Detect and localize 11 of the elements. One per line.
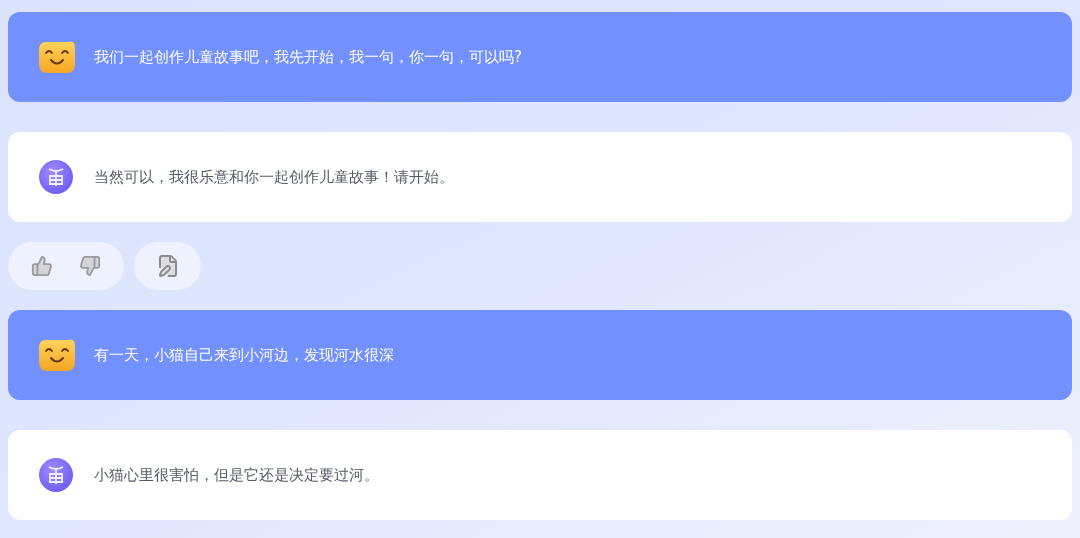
message-text: 当然可以，我很乐意和你一起创作儿童故事！请开始。: [94, 166, 454, 188]
smiley-avatar-icon: [38, 338, 76, 372]
edit-document-button[interactable]: [134, 242, 201, 290]
bot-avatar-icon: [38, 457, 74, 493]
thumbs-up-icon[interactable]: [31, 255, 53, 277]
bot-avatar-icon: [38, 159, 74, 195]
message-text: 有一天，小猫自己来到小河边，发现河水很深: [94, 344, 394, 366]
thumbs-down-icon[interactable]: [79, 255, 101, 277]
message-text: 小猫心里很害怕，但是它还是决定要过河。: [94, 464, 379, 486]
smiley-avatar-icon: [38, 40, 76, 74]
message-text: 我们一起创作儿童故事吧，我先开始，我一句，你一句，可以吗?: [94, 46, 522, 68]
